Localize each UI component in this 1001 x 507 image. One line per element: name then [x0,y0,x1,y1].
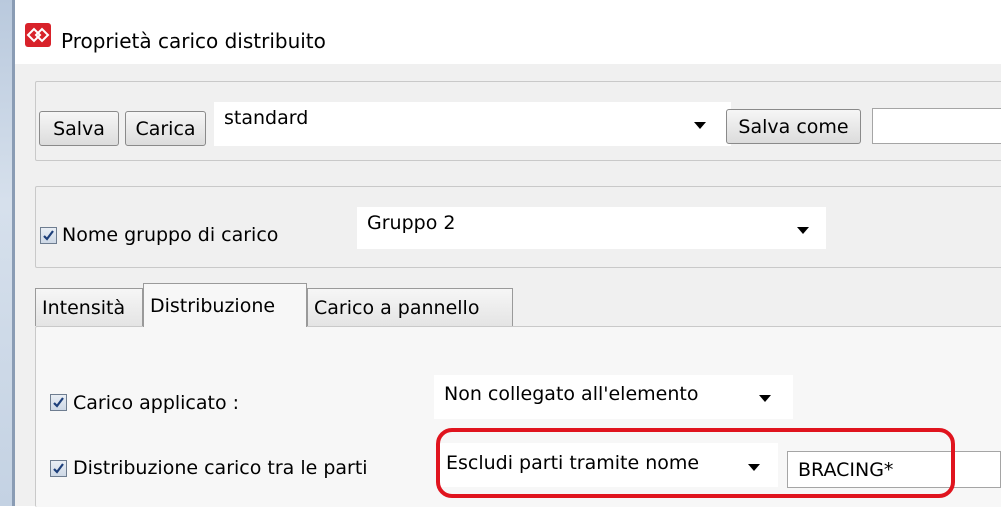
applied-load-dropdown[interactable]: Non collegato all'elemento [434,375,793,419]
checkmark-icon [43,230,54,241]
preset-dropdown[interactable]: standard [214,102,731,146]
highlight-annotation [436,428,955,498]
tab-intensity[interactable]: Intensità [35,288,143,326]
parts-distribution-checkbox[interactable] [50,460,67,477]
applied-load-label: Carico applicato : [73,392,240,414]
load-group-label: Nome gruppo di carico [62,224,279,246]
app-logo-icon [25,23,51,47]
load-group-checkbox[interactable] [40,227,57,244]
applied-load-value: Non collegato all'elemento [444,383,699,405]
tab-panel-load[interactable]: Carico a pannello [307,288,513,326]
checkmark-icon [53,397,64,408]
save-as-name-input[interactable] [872,108,1001,144]
load-group-value: Gruppo 2 [367,212,456,234]
save-as-button[interactable]: Salva come [726,109,861,144]
background-window-strip [0,0,12,506]
chevron-down-icon [694,122,706,129]
title-bar: Proprietà carico distribuito [15,0,1001,64]
load-button[interactable]: Carica [125,111,206,146]
dialog-window: Proprietà carico distribuito Salva Caric… [15,0,1001,507]
chevron-down-icon [797,227,809,234]
applied-load-checkbox[interactable] [50,394,67,411]
load-group-dropdown[interactable]: Gruppo 2 [357,207,826,249]
save-button[interactable]: Salva [39,111,119,146]
chevron-down-icon [759,395,771,402]
parts-distribution-label: Distribuzione carico tra le parti [73,457,368,479]
preset-value: standard [224,107,309,129]
window-title: Proprietà carico distribuito [61,29,326,53]
checkmark-icon [53,463,64,474]
tab-distribution[interactable]: Distribuzione [143,283,307,327]
